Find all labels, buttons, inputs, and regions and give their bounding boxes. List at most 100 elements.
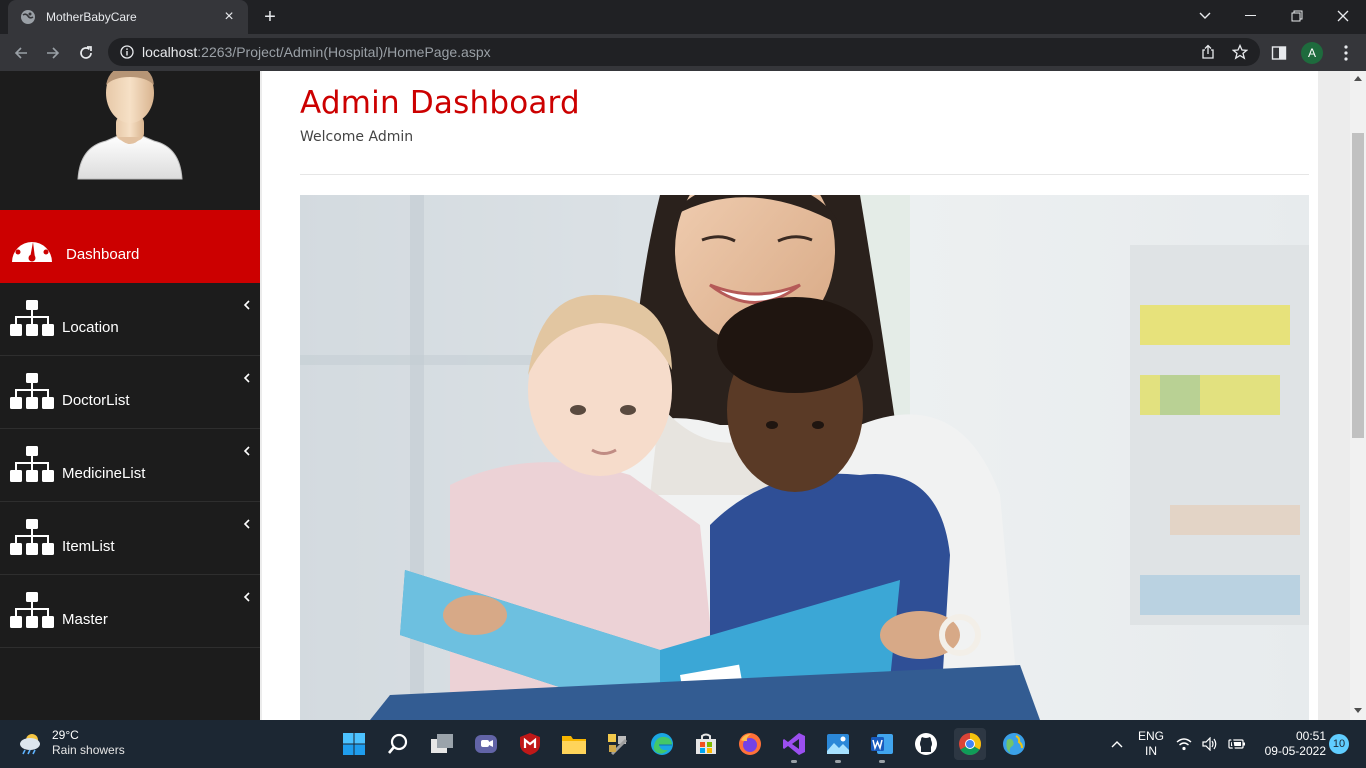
kebab-menu-icon (1344, 45, 1348, 61)
minimize-icon (1245, 15, 1256, 16)
battery-icon (1228, 737, 1245, 751)
file-explorer-button[interactable] (558, 728, 590, 760)
profile-avatar: A (1301, 42, 1323, 64)
url-text[interactable]: localhost:2263/Project/Admin(Hospital)/H… (142, 44, 491, 60)
url-host: localhost (142, 44, 198, 60)
close-tab-icon[interactable]: × (220, 8, 238, 26)
chevron-left-icon (243, 300, 250, 310)
side-panel-icon (1271, 46, 1287, 60)
chat-icon (475, 735, 497, 753)
system-tray-status[interactable] (1176, 720, 1246, 768)
task-view-button[interactable] (426, 728, 458, 760)
start-button[interactable] (338, 728, 370, 760)
photos-button[interactable] (822, 728, 854, 763)
mcafee-button[interactable] (514, 728, 546, 760)
clock[interactable]: 00:51 09-05-2022 (1254, 720, 1326, 768)
github-icon (915, 733, 937, 755)
share-button[interactable] (1196, 38, 1220, 66)
github-desktop-button[interactable] (910, 728, 942, 760)
wifi-icon (1176, 738, 1192, 751)
mother-children-reading-photo (300, 195, 1309, 720)
taskbar: 29°C Rain showers ENG IN 00:51 09-05-202… (0, 720, 1366, 768)
chrome-icon (959, 733, 981, 755)
teams-chat-button[interactable] (470, 728, 502, 760)
globe-app-button[interactable] (998, 728, 1030, 760)
volume-icon (1202, 737, 1217, 751)
speedometer-icon (12, 233, 52, 262)
close-window-button[interactable] (1320, 0, 1366, 32)
clock-text: 00:51 09-05-2022 (1265, 729, 1326, 759)
chrome-button[interactable] (954, 728, 986, 760)
hero-image (300, 195, 1309, 720)
sidebar-item-label: DoctorList (62, 392, 130, 409)
tab-search-button[interactable] (1182, 0, 1228, 32)
sidebar-item-itemlist[interactable]: ItemList (0, 502, 260, 575)
microsoft-store-button[interactable] (690, 728, 722, 760)
weather-widget[interactable]: 29°C Rain showers (18, 728, 125, 758)
scroll-thumb[interactable] (1352, 133, 1364, 438)
browser-tab[interactable]: MotherBabyCare × (8, 0, 248, 34)
sidebar-item-label: Location (62, 319, 119, 336)
sidebar-item-master[interactable]: Master (0, 575, 260, 648)
back-button[interactable] (8, 40, 34, 66)
chevron-left-icon (243, 446, 250, 456)
scroll-down-icon[interactable] (1354, 708, 1362, 714)
edge-browser-button[interactable] (646, 728, 678, 760)
close-icon (1337, 10, 1349, 22)
show-hidden-icons-button[interactable] (1106, 720, 1128, 768)
sidebar-item-medicinelist[interactable]: MedicineList (0, 429, 260, 502)
sidebar-item-dashboard[interactable]: Dashboard (0, 210, 260, 283)
photos-icon (827, 734, 849, 754)
page-scrollbar[interactable] (1350, 71, 1366, 720)
profile-button[interactable]: A (1299, 40, 1325, 66)
browser-menu-button[interactable] (1333, 40, 1359, 66)
language-indicator[interactable]: ENG IN (1134, 720, 1168, 768)
word-button[interactable] (866, 728, 898, 763)
reload-icon (80, 46, 92, 59)
sidebar-item-label: Master (62, 611, 108, 628)
tools-app-button[interactable] (602, 728, 634, 760)
info-icon[interactable] (120, 45, 134, 59)
sitemap-icon (10, 300, 54, 336)
globe-icon (21, 10, 35, 24)
notification-center-button[interactable]: 10 (1328, 720, 1350, 768)
sidebar-item-doctorlist[interactable]: DoctorList (0, 356, 260, 429)
restore-icon (1291, 10, 1303, 22)
minimize-button[interactable] (1228, 0, 1274, 32)
address-bar[interactable]: localhost:2263/Project/Admin(Hospital)/H… (108, 38, 1260, 66)
search-button[interactable] (382, 728, 414, 760)
star-icon (1232, 44, 1248, 60)
visual-studio-button[interactable] (778, 728, 810, 763)
sidebar-item-location[interactable]: Location (0, 283, 260, 356)
browser-tab-strip: MotherBabyCare × + (0, 0, 1366, 34)
folder-icon (562, 736, 586, 754)
new-tab-button[interactable]: + (258, 6, 282, 28)
restore-button[interactable] (1274, 0, 1320, 32)
chevron-up-icon (1111, 741, 1123, 748)
weather-temp: 29°C (52, 728, 79, 742)
sitemap-icon (10, 519, 54, 555)
sitemap-icon (10, 446, 54, 482)
reload-button[interactable] (73, 40, 99, 66)
sidebar: Dashboard Location DoctorList MedicineLi… (0, 71, 260, 720)
weather-desc: Rain showers (52, 743, 125, 757)
welcome-text: Welcome Admin (300, 129, 414, 145)
arrow-left-icon (14, 47, 27, 59)
main-content: Admin Dashboard Welcome Admin (262, 71, 1318, 720)
chevron-down-icon (1199, 12, 1211, 19)
store-icon (696, 733, 716, 754)
tab-title: MotherBabyCare (46, 10, 137, 24)
scroll-up-icon[interactable] (1354, 75, 1362, 81)
windows-logo-icon (343, 733, 365, 755)
chevron-left-icon (243, 373, 250, 383)
sidebar-item-label: ItemList (62, 538, 115, 555)
share-icon (1202, 44, 1214, 59)
side-panel-button[interactable] (1266, 40, 1292, 66)
forward-button[interactable] (40, 40, 66, 66)
firefox-button[interactable] (734, 728, 766, 760)
bookmark-button[interactable] (1228, 38, 1252, 66)
chevron-left-icon (243, 519, 250, 529)
word-icon (871, 734, 893, 754)
clock-time: 00:51 (1295, 729, 1326, 743)
task-view-icon (431, 734, 453, 753)
